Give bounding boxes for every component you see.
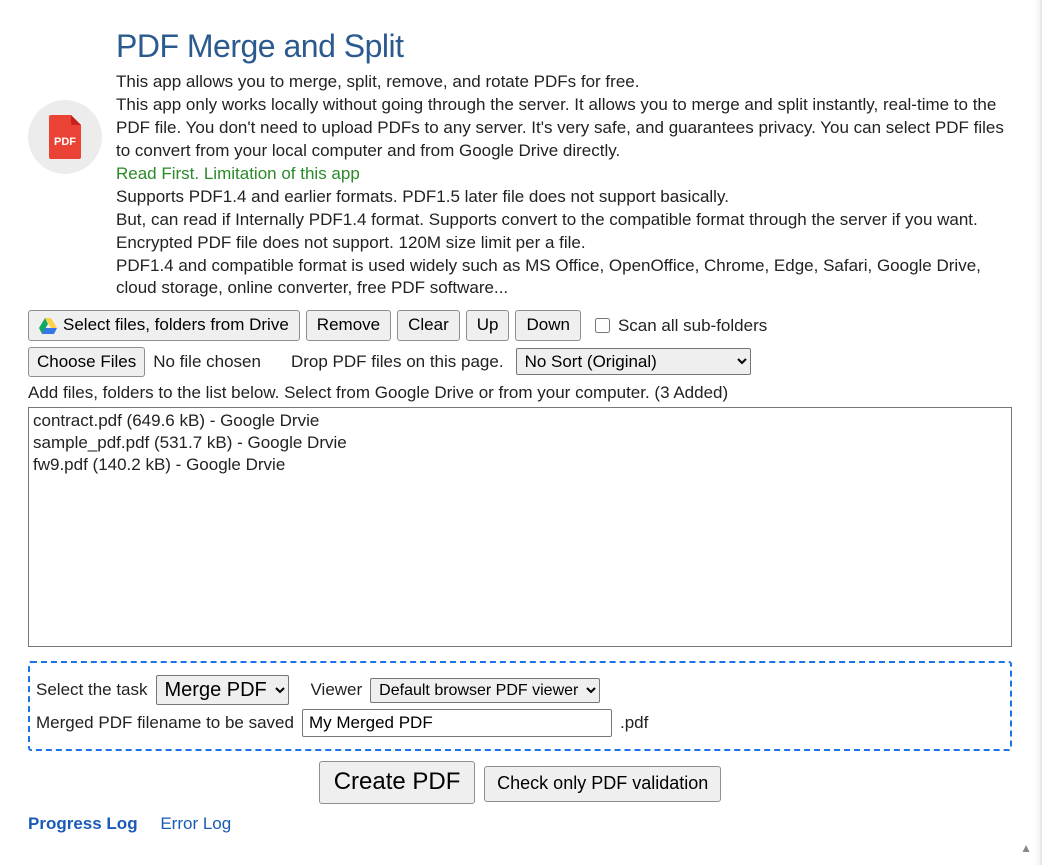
file-list-item[interactable]: fw9.pdf (140.2 kB) - Google Drvie xyxy=(33,454,1007,476)
page-title: PDF Merge and Split xyxy=(116,28,1012,65)
task-select[interactable]: Merge PDF xyxy=(156,675,289,705)
drop-files-text: Drop PDF files on this page. xyxy=(291,352,504,372)
progress-log-tab[interactable]: Progress Log xyxy=(28,814,138,833)
options-panel: Select the task Merge PDF Viewer Default… xyxy=(28,661,1012,751)
app-description: This app allows you to merge, split, rem… xyxy=(116,71,1012,300)
down-button[interactable]: Down xyxy=(515,310,580,340)
clear-button[interactable]: Clear xyxy=(397,310,460,340)
file-list-item[interactable]: sample_pdf.pdf (531.7 kB) - Google Drvie xyxy=(33,432,1007,454)
filename-label: Merged PDF filename to be saved xyxy=(36,713,294,733)
scan-subfolders-checkbox[interactable] xyxy=(595,318,610,333)
file-list-item[interactable]: contract.pdf (649.6 kB) - Google Drvie xyxy=(33,410,1007,432)
viewer-select[interactable]: Default browser PDF viewer xyxy=(370,678,600,703)
google-drive-icon xyxy=(39,318,57,334)
filename-input[interactable] xyxy=(302,709,612,737)
svg-text:PDF: PDF xyxy=(54,136,76,148)
error-log-tab[interactable]: Error Log xyxy=(160,814,231,833)
task-label: Select the task xyxy=(36,680,148,700)
pdf-app-icon: PDF xyxy=(28,100,102,174)
limitation-heading: Read First. Limitation of this app xyxy=(116,164,360,183)
filename-suffix: .pdf xyxy=(620,713,648,733)
file-list-box[interactable]: contract.pdf (649.6 kB) - Google Drviesa… xyxy=(28,407,1012,647)
check-validation-button[interactable]: Check only PDF validation xyxy=(484,766,721,802)
list-instruction: Add files, folders to the list below. Se… xyxy=(28,383,1012,403)
choose-files-button[interactable]: Choose Files xyxy=(28,347,145,377)
remove-button[interactable]: Remove xyxy=(306,310,391,340)
up-button[interactable]: Up xyxy=(466,310,510,340)
scan-subfolders-label[interactable]: Scan all sub-folders xyxy=(591,315,767,336)
viewer-label: Viewer xyxy=(311,680,363,700)
sort-select[interactable]: No Sort (Original) xyxy=(516,348,751,375)
no-file-chosen-text: No file chosen xyxy=(153,352,261,372)
create-pdf-button[interactable]: Create PDF xyxy=(319,761,476,804)
scroll-up-indicator: ▲ xyxy=(1020,841,1032,855)
select-from-drive-button[interactable]: Select files, folders from Drive xyxy=(28,310,300,340)
